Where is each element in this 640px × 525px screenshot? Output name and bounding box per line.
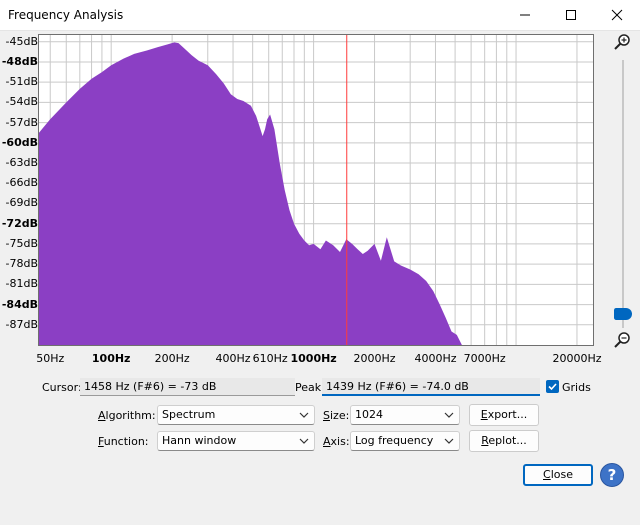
close-window-button[interactable]	[594, 0, 640, 30]
cursor-readout: 1458 Hz (F#6) = -73 dB	[80, 378, 295, 396]
x-tick-label: 4000Hz	[414, 352, 457, 365]
algorithm-label: Algorithm:	[98, 409, 156, 422]
function-value: Hann window	[162, 434, 237, 447]
y-tick-label: -45dB	[5, 34, 39, 48]
y-tick-label: -69dB	[5, 196, 39, 210]
export-button[interactable]: Export...	[469, 404, 539, 426]
check-icon	[548, 383, 557, 391]
grids-label[interactable]: Grids	[562, 381, 591, 394]
axis-select[interactable]: Log frequency	[350, 431, 460, 451]
x-tick-label: 20000Hz	[552, 352, 602, 365]
y-tick-label: -48dB	[1, 54, 38, 68]
close-icon	[611, 9, 623, 21]
y-tick-label: -87dB	[5, 317, 39, 331]
size-label: Size:	[323, 409, 350, 422]
axis-label: Axis:	[323, 435, 350, 448]
y-tick-label: -78dB	[5, 257, 39, 271]
function-label-rest: unction:	[103, 435, 149, 448]
x-tick-label: 7000Hz	[463, 352, 506, 365]
zoom-out-icon[interactable]	[612, 330, 632, 350]
algorithm-value: Spectrum	[162, 408, 216, 421]
replot-button[interactable]: Replot...	[469, 430, 539, 452]
x-tick-label: 200Hz	[154, 352, 190, 365]
minimize-icon	[520, 14, 530, 16]
x-tick-label: 400Hz	[215, 352, 251, 365]
function-label: Function:	[98, 435, 149, 448]
y-tick-label: -84dB	[1, 297, 38, 311]
x-tick-label: 100Hz	[91, 352, 131, 365]
cursor-label: Cursor:	[42, 381, 82, 394]
zoom-slider-thumb[interactable]	[614, 308, 632, 320]
spectrum-plot[interactable]	[38, 34, 594, 346]
size-select[interactable]: 1024	[350, 405, 460, 425]
chevron-down-icon	[444, 412, 454, 418]
x-tick-label: 50Hz	[36, 352, 65, 365]
maximize-button[interactable]	[548, 0, 594, 30]
zoom-in-icon[interactable]	[612, 32, 632, 52]
y-tick-label: -63dB	[5, 156, 39, 170]
chevron-down-icon	[299, 412, 309, 418]
window-title: Frequency Analysis	[8, 8, 124, 22]
y-tick-label: -54dB	[5, 95, 39, 109]
size-label-rest: ize:	[329, 409, 350, 422]
title-bar: Frequency Analysis	[0, 0, 640, 31]
size-value: 1024	[355, 408, 383, 421]
x-tick-label: 2000Hz	[353, 352, 396, 365]
maximize-icon	[566, 10, 576, 20]
y-tick-label: -72dB	[1, 216, 38, 230]
x-tick-label: 610Hz	[252, 352, 288, 365]
replot-label-rest: eplot...	[488, 434, 527, 447]
y-tick-label: -57dB	[5, 115, 39, 129]
help-button[interactable]: ?	[600, 463, 624, 487]
zoom-slider-track[interactable]	[622, 60, 624, 328]
y-tick-label: -60dB	[1, 135, 38, 149]
spectrum-svg	[39, 35, 593, 345]
grids-checkbox[interactable]	[546, 380, 559, 393]
y-tick-label: -81dB	[5, 277, 39, 291]
peak-readout[interactable]: 1439 Hz (F#6) = -74.0 dB	[322, 378, 540, 396]
algorithm-select[interactable]: Spectrum	[157, 405, 315, 425]
x-tick-label: 1000Hz	[290, 352, 337, 365]
peak-label: Peak:	[295, 381, 325, 394]
axis-label-rest: xis:	[330, 435, 350, 448]
chevron-down-icon	[299, 438, 309, 444]
y-tick-label: -66dB	[5, 176, 39, 190]
close-button[interactable]: Close	[523, 464, 593, 486]
chevron-down-icon	[444, 438, 454, 444]
close-label-rest: lose	[550, 468, 573, 481]
y-tick-label: -51dB	[5, 75, 39, 89]
axis-value: Log frequency	[355, 434, 434, 447]
minimize-button[interactable]	[502, 0, 548, 30]
function-select[interactable]: Hann window	[157, 431, 315, 451]
y-tick-label: -75dB	[5, 236, 39, 250]
spectrum-area	[39, 42, 472, 345]
export-label-rest: xport...	[487, 408, 528, 421]
algorithm-label-rest: lgorithm:	[105, 409, 156, 422]
